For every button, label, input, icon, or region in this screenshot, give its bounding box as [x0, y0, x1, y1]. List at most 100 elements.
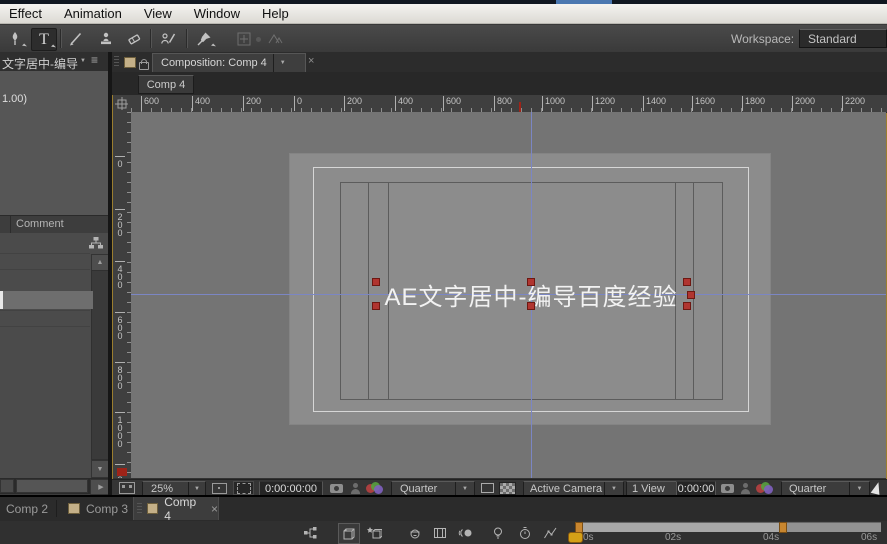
effect-controls-panel: 文字居中-编导 ▼ ≡ 1.00) Comment ▲ ▼ ▶ [0, 52, 108, 496]
tab-close-icon[interactable]: × [211, 502, 218, 516]
ruler-tick-label: 1000 [115, 412, 125, 447]
composition-viewport[interactable]: AE文字居中-编导百度经验 [131, 112, 886, 478]
comment-column-header[interactable]: Comment [0, 215, 108, 235]
ruler-tick-label: 200 [243, 96, 261, 111]
scroll-up-button[interactable]: ▲ [91, 254, 109, 271]
type-tool[interactable]: T [31, 28, 57, 51]
work-area-end-handle[interactable] [779, 522, 787, 533]
ruler-origin-corner[interactable] [113, 95, 132, 113]
grid-options-button[interactable] [117, 481, 137, 495]
ruler-tick-label: 800 [115, 362, 125, 389]
roto-brush-tool[interactable] [156, 28, 180, 49]
ruler-tick-label: 200 [344, 96, 362, 111]
panel-grip[interactable] [114, 56, 119, 68]
show-channels-button[interactable] [366, 481, 386, 495]
tab-comp2[interactable]: Comp 2 [0, 497, 54, 520]
scrollbar-thumb[interactable] [16, 479, 88, 493]
dropdown-icon: ▼ [849, 482, 869, 496]
tab-dropdown-icon[interactable]: ▼ [273, 54, 292, 72]
menu-effect[interactable]: Effect [4, 4, 53, 24]
dropdown-icon: ▼ [604, 482, 623, 496]
tab-comp3[interactable]: Comp 3 [62, 497, 134, 520]
menu-window[interactable]: Window [183, 4, 251, 24]
scrollbar-stub[interactable] [0, 479, 14, 493]
frame-blending-button[interactable] [430, 523, 450, 542]
shy-layers-button[interactable] [405, 523, 425, 542]
transparency-grid-button[interactable] [499, 481, 516, 495]
workspace-dropdown[interactable]: Standard [799, 29, 887, 48]
panel-grip[interactable] [137, 503, 142, 515]
axis-mode-dot-icon [256, 37, 261, 42]
resolution-right-value: Quarter [789, 483, 849, 495]
brush-tool[interactable] [64, 28, 88, 49]
pixel-aspect-button[interactable] [872, 481, 886, 495]
property-value[interactable]: 1.00) [2, 93, 27, 105]
layer-handle[interactable] [372, 278, 380, 286]
comp4-viewer-tab[interactable]: Comp 4 [138, 75, 194, 94]
selected-layer-row[interactable] [0, 291, 93, 309]
toolbar-separator [60, 29, 62, 48]
puppet-pin-tool[interactable] [192, 28, 216, 49]
show-snapshot-button[interactable] [350, 481, 362, 495]
menu-view[interactable]: View [133, 4, 183, 24]
work-area-bar[interactable] [575, 522, 881, 532]
snapshot-button[interactable] [327, 481, 345, 495]
motion-blur-button[interactable] [456, 523, 476, 542]
current-time-indicator[interactable] [568, 532, 583, 543]
parent-pickwhip-icon[interactable] [88, 236, 104, 250]
composition-tab[interactable]: Composition: Comp 4 ▼ [152, 53, 306, 73]
layer-rows-area: ▲ ▼ [0, 233, 108, 478]
menu-help[interactable]: Help [251, 4, 300, 24]
left-panel-menu-icon[interactable]: ≡ [91, 53, 98, 67]
clone-stamp-tool[interactable] [94, 28, 118, 49]
ruler-tick-label: 600 [141, 96, 159, 111]
lock-icon[interactable] [139, 62, 149, 70]
tab-comp3-label: Comp 3 [86, 502, 128, 516]
time-ruler-label: 06s [861, 532, 877, 543]
draft-3d-button[interactable] [338, 523, 360, 544]
left-panel-tab-title[interactable]: 文字居中-编导 [2, 55, 78, 72]
show-snapshot-button-2[interactable] [740, 481, 752, 495]
down-arrow-icon: ▼ [97, 466, 104, 473]
scroll-down-button[interactable]: ▼ [91, 460, 109, 478]
pen-tool[interactable] [3, 28, 27, 49]
comp4-viewer-label: Comp 4 [147, 79, 186, 91]
camera-axis-button [263, 28, 287, 49]
layer-handle[interactable] [687, 291, 695, 299]
live-update-button[interactable] [364, 523, 384, 542]
layer-handle[interactable] [372, 302, 380, 310]
menu-animation[interactable]: Animation [53, 4, 133, 24]
graph-editor-button[interactable] [540, 523, 560, 542]
auto-keyframe-button[interactable] [515, 523, 535, 542]
comp-panel-tab-strip: Composition: Comp 4 ▼ × [112, 52, 887, 72]
column-divider[interactable] [10, 216, 11, 234]
layer-handle[interactable] [527, 278, 535, 286]
safe-margins-button[interactable] [209, 481, 229, 495]
horizontal-ruler[interactable]: 600 400 200 0 200 400 600 800 1000 1200 … [131, 95, 887, 113]
brainstorm-button[interactable] [488, 523, 508, 542]
layer-handle[interactable] [683, 302, 691, 310]
composition-tab-label: Composition: Comp 4 [161, 57, 267, 69]
mini-flowchart-button[interactable] [300, 523, 320, 542]
ruler-tick-label: 400 [115, 261, 125, 288]
snapshot-button-2[interactable] [718, 481, 736, 495]
region-of-interest-button[interactable] [233, 481, 254, 495]
timeline-tab-bar: Comp 2 Comp 3 Comp 4 × [0, 497, 887, 522]
eraser-tool[interactable] [122, 28, 146, 49]
vertical-ruler[interactable]: 0 200 400 600 800 1000 12 [113, 112, 132, 478]
tab-close-icon[interactable]: × [308, 55, 314, 67]
layer-handle[interactable] [527, 302, 535, 310]
vertical-scrollbar-track[interactable] [91, 270, 109, 460]
row-divider [0, 326, 90, 327]
left-panel-dropdown-icon[interactable]: ▼ [80, 58, 86, 64]
target-region-button[interactable] [478, 481, 496, 495]
tab-comp4-active[interactable]: Comp 4 × [133, 497, 219, 520]
tab-comp2-label: Comp 2 [6, 502, 48, 516]
ruler-tick-label: 1000 [542, 96, 565, 111]
ruler-tick-label: 1200 [592, 96, 615, 111]
ruler-tick-label: 1600 [692, 96, 715, 111]
zoom-level: 25% [151, 483, 188, 495]
composition-icon [147, 503, 158, 514]
show-channels-button-2[interactable] [756, 481, 776, 495]
layer-handle[interactable] [683, 278, 691, 286]
